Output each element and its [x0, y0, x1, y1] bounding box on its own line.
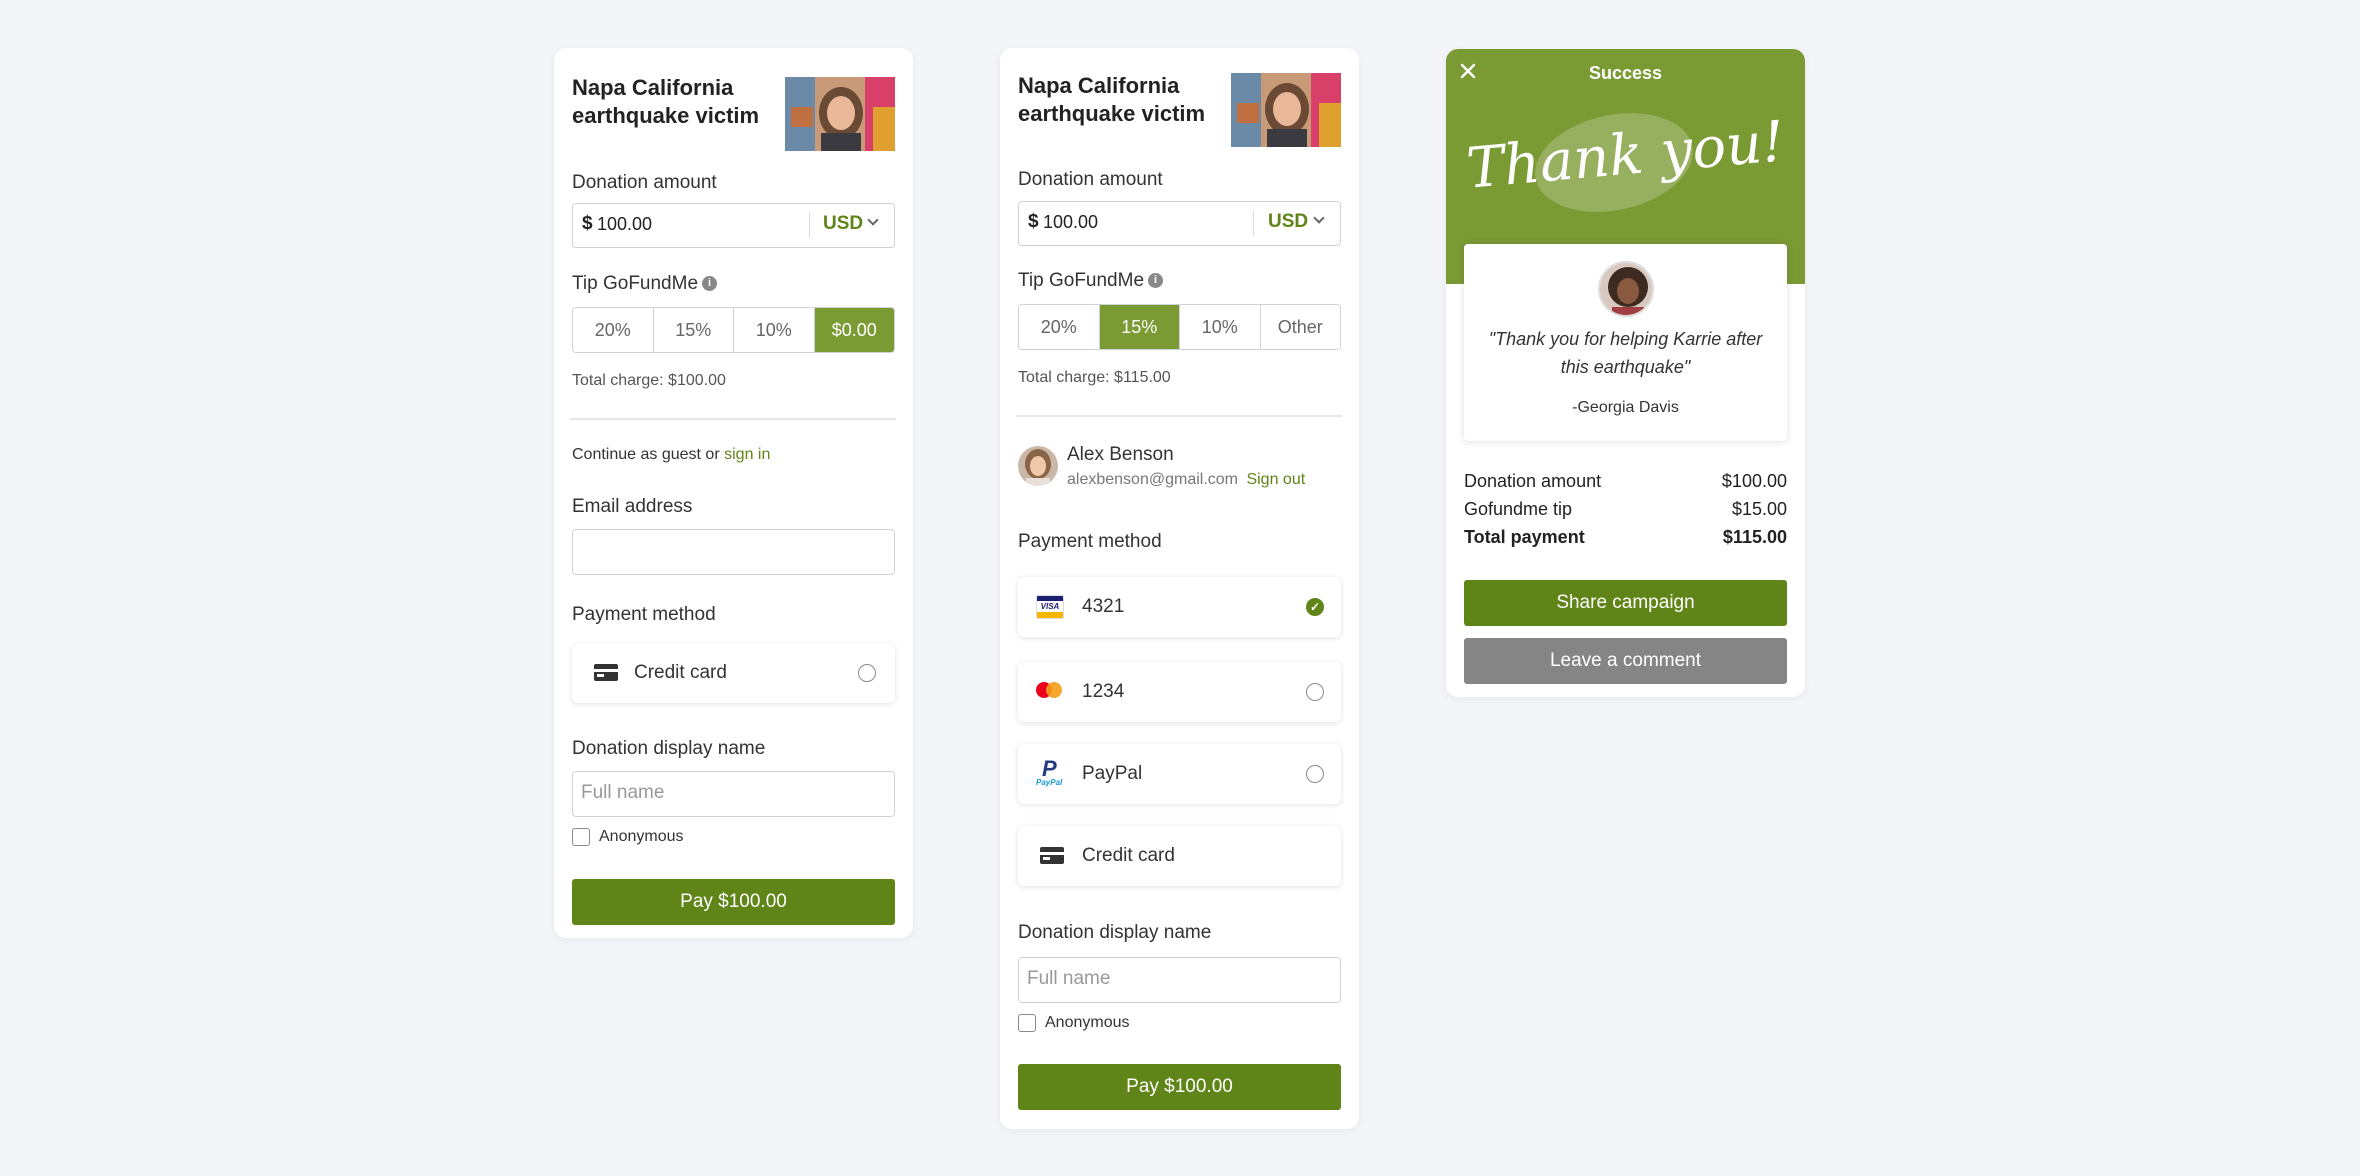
payment-option-paypal[interactable]: P PayPal PayPal: [1018, 744, 1341, 804]
amount-separator: [809, 212, 810, 238]
quote-author: -Georgia Davis: [1572, 399, 1679, 416]
quote-card: "Thank you for helping Karrie after this…: [1464, 244, 1787, 441]
summary-row-total: Total payment $115.00: [1464, 527, 1787, 547]
user-email-row: alexbenson@gmail.com Sign out: [1067, 471, 1305, 489]
payment-option-credit-card[interactable]: Credit card: [572, 643, 895, 703]
user-email: alexbenson@gmail.com: [1067, 471, 1238, 488]
credit-card-icon: [594, 664, 618, 681]
dollar-sign: $: [582, 213, 593, 234]
divider: [570, 418, 896, 420]
tip-options: 20% 15% 10% $0.00: [572, 307, 895, 353]
radio-button[interactable]: [858, 664, 876, 682]
display-name-label: Donation display name: [1018, 922, 1212, 943]
tip-label: Tip GoFundMe i: [1018, 270, 1164, 292]
payment-method-label: Payment method: [1018, 531, 1162, 552]
tip-option-other[interactable]: Other: [1260, 305, 1340, 349]
display-name-label: Donation display name: [572, 738, 766, 759]
donation-amount-input[interactable]: $ 100.00 USD: [572, 203, 895, 248]
tip-option-15[interactable]: 15%: [1099, 305, 1180, 349]
total-charge: Total charge: $100.00: [572, 372, 726, 389]
chevron-down-icon[interactable]: [1313, 212, 1325, 224]
share-campaign-button[interactable]: Share campaign: [1464, 580, 1787, 626]
full-name-input[interactable]: Full name: [572, 771, 895, 817]
quote-avatar: [1598, 261, 1654, 317]
guest-checkout-panel: Napa California earthquake victim Donati…: [554, 48, 913, 938]
anonymous-label: Anonymous: [1045, 1014, 1130, 1031]
info-icon[interactable]: i: [702, 276, 718, 292]
campaign-title: Napa California earthquake victim: [1018, 73, 1206, 126]
sign-out-link[interactable]: Sign out: [1246, 471, 1305, 488]
continue-guest-text: Continue as guest or sign in: [572, 446, 771, 463]
anonymous-checkbox[interactable]: [1018, 1014, 1036, 1032]
donation-amount-label: Donation amount: [1018, 169, 1163, 190]
payment-option-credit-card[interactable]: Credit card: [1018, 826, 1341, 886]
campaign-thumbnail: [785, 77, 895, 151]
amount-value: 100.00: [1043, 212, 1099, 232]
tip-label: Tip GoFundMe i: [572, 273, 718, 295]
visa-icon: VISA: [1036, 595, 1064, 619]
donation-amount-label: Donation amount: [572, 172, 717, 193]
anonymous-label: Anonymous: [599, 828, 684, 845]
campaign-thumbnail: [1231, 73, 1341, 147]
user-name: Alex Benson: [1067, 444, 1174, 465]
payment-option-mastercard[interactable]: 1234: [1018, 662, 1341, 722]
credit-card-icon: [1040, 847, 1064, 864]
checkmark-icon[interactable]: ✓: [1306, 598, 1324, 616]
tip-option-20[interactable]: 20%: [573, 308, 654, 352]
anonymous-checkbox[interactable]: [572, 828, 590, 846]
tip-option-10[interactable]: 10%: [734, 308, 815, 352]
tip-option-20[interactable]: 20%: [1019, 305, 1100, 349]
radio-button[interactable]: [1306, 765, 1324, 783]
info-icon[interactable]: i: [1148, 273, 1164, 289]
leave-comment-button[interactable]: Leave a comment: [1464, 638, 1787, 684]
sign-in-link[interactable]: sign in: [724, 446, 770, 463]
tip-option-15[interactable]: 15%: [653, 308, 734, 352]
currency-select[interactable]: USD: [1268, 211, 1308, 233]
tip-options: 20% 15% 10% Other: [1018, 304, 1341, 350]
currency-select[interactable]: USD: [823, 213, 863, 235]
signed-in-checkout-panel: Napa California earthquake victim Donati…: [1000, 48, 1359, 1129]
divider: [1016, 415, 1342, 417]
pay-button[interactable]: Pay $100.00: [572, 879, 895, 925]
dollar-sign: $: [1028, 211, 1039, 232]
avatar: [1018, 446, 1058, 486]
total-charge: Total charge: $115.00: [1018, 369, 1171, 386]
summary-row: Gofundme tip $15.00: [1464, 499, 1787, 519]
amount-separator: [1253, 210, 1254, 236]
payment-option-visa[interactable]: VISA 4321 ✓: [1018, 577, 1341, 637]
radio-button[interactable]: [1306, 683, 1324, 701]
pay-button[interactable]: Pay $100.00: [1018, 1064, 1341, 1110]
payment-method-label: Payment method: [572, 604, 716, 625]
tip-option-10[interactable]: 10%: [1180, 305, 1261, 349]
email-input[interactable]: [572, 529, 895, 575]
campaign-title: Napa California earthquake victim: [572, 75, 760, 128]
chevron-down-icon[interactable]: [867, 214, 879, 226]
full-name-input[interactable]: Full name: [1018, 957, 1341, 1003]
email-label: Email address: [572, 496, 693, 517]
summary-row: Donation amount $100.00: [1464, 471, 1787, 491]
quote-text: "Thank you for helping Karrie after this…: [1488, 329, 1763, 377]
success-panel: Success Thank you! "Thank you for helpin…: [1446, 49, 1805, 697]
donation-amount-input[interactable]: $ 100.00 USD: [1018, 201, 1341, 246]
paypal-icon: P PayPal: [1036, 756, 1063, 787]
amount-value: 100.00: [597, 214, 653, 234]
mastercard-icon: [1036, 680, 1064, 704]
tip-option-none[interactable]: $0.00: [814, 308, 894, 352]
header-title: Success: [1588, 63, 1663, 83]
